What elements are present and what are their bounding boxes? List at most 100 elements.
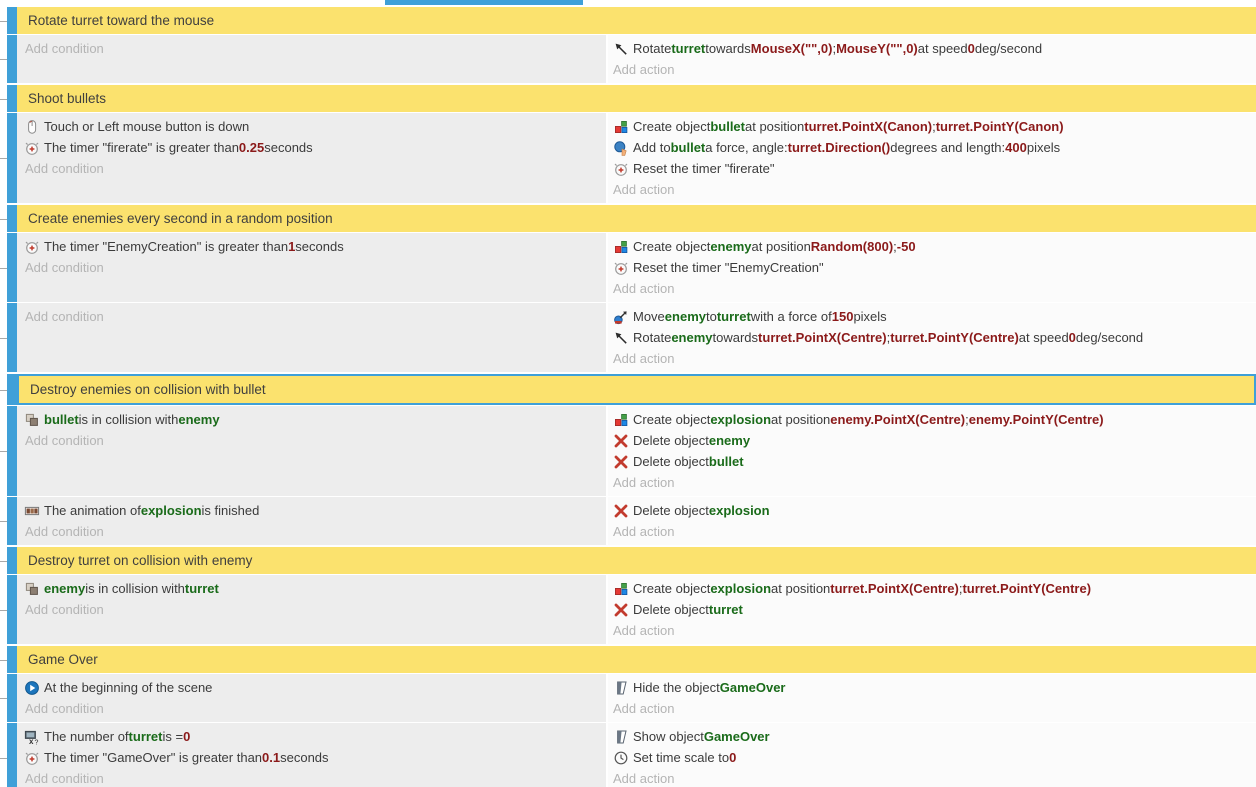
actions-column[interactable]: Rotate turret towards MouseX("",0);Mouse…	[608, 35, 1256, 83]
conditions-column[interactable]: Add condition	[17, 35, 606, 83]
conditions-column[interactable]: Add condition	[17, 303, 606, 372]
action-text-part: at position	[771, 581, 830, 596]
comment-title[interactable]: Game Over	[17, 646, 1256, 673]
action-line[interactable]: Create object bullet at position turret.…	[613, 116, 1256, 137]
action-text-part: deg/second	[1076, 330, 1143, 345]
conditions-column[interactable]: At the beginning of the sceneAdd conditi…	[17, 674, 606, 722]
event-handle-bar[interactable]	[7, 233, 17, 302]
add-condition-link[interactable]: Add condition	[24, 599, 606, 620]
event-handle-bar[interactable]	[7, 35, 17, 83]
actions-column[interactable]: Create object explosion at position enem…	[608, 406, 1256, 496]
actions-column[interactable]: Show object GameOverSet time scale to 0A…	[608, 723, 1256, 787]
action-line[interactable]: Delete object explosion	[613, 500, 1256, 521]
event-handle-bar[interactable]	[7, 303, 17, 372]
add-condition-link[interactable]: Add condition	[24, 257, 606, 278]
add-condition-link[interactable]: Add condition	[24, 306, 606, 327]
action-line[interactable]: Move enemy to turret with a force of 150…	[613, 306, 1256, 327]
action-line[interactable]: Show object GameOver	[613, 726, 1256, 747]
condition-line[interactable]: The timer "GameOver" is greater than 0.1…	[24, 747, 606, 768]
add-action-link[interactable]: Add action	[613, 472, 1256, 493]
action-line[interactable]: Rotate turret towards MouseX("",0);Mouse…	[613, 38, 1256, 59]
condition-line[interactable]: bullet is in collision with enemy	[24, 409, 606, 430]
event-handle-bar[interactable]	[7, 7, 17, 34]
add-action-link[interactable]: Add action	[613, 59, 1256, 80]
event-handle-bar[interactable]	[7, 374, 17, 405]
action-text-part: MouseX("",0)	[751, 41, 833, 56]
action-line[interactable]: Create object enemy at position Random(8…	[613, 236, 1256, 257]
add-condition-link[interactable]: Add condition	[24, 158, 606, 179]
event-handle-bar[interactable]	[7, 723, 17, 787]
comment-title[interactable]: Shoot bullets	[17, 85, 1256, 112]
actions-column[interactable]: Create object enemy at position Random(8…	[608, 233, 1256, 302]
comment-title[interactable]: Rotate turret toward the mouse	[17, 7, 1256, 34]
add-action-link[interactable]: Add action	[613, 179, 1256, 200]
event-block: Touch or Left mouse button is downThe ti…	[0, 113, 1256, 203]
create-icon	[613, 581, 629, 597]
action-line[interactable]: Create object explosion at position enem…	[613, 409, 1256, 430]
add-action-link[interactable]: Add action	[613, 698, 1256, 719]
action-line[interactable]: Set time scale to 0	[613, 747, 1256, 768]
action-text-part: pixels	[1027, 140, 1060, 155]
action-line[interactable]: Reset the timer "firerate"	[613, 158, 1256, 179]
add-action-link[interactable]: Add action	[613, 278, 1256, 299]
conditions-column[interactable]: The animation of explosion is finishedAd…	[17, 497, 606, 545]
conditions-column[interactable]: Touch or Left mouse button is downThe ti…	[17, 113, 606, 203]
actions-column[interactable]: Move enemy to turret with a force of 150…	[608, 303, 1256, 372]
action-text-part: enemy	[665, 309, 706, 324]
add-condition-link[interactable]: Add condition	[24, 430, 606, 451]
add-action-link[interactable]: Add action	[613, 521, 1256, 542]
action-line[interactable]: Delete object bullet	[613, 451, 1256, 472]
condition-line[interactable]: At the beginning of the scene	[24, 677, 606, 698]
event-handle-bar[interactable]	[7, 547, 17, 574]
scrollbar-thumb[interactable]	[385, 0, 583, 5]
action-line[interactable]: Hide the object GameOver	[613, 677, 1256, 698]
actions-column[interactable]: Create object explosion at position turr…	[608, 575, 1256, 644]
conditions-column[interactable]: bullet is in collision with enemyAdd con…	[17, 406, 606, 496]
comment-title[interactable]: Create enemies every second in a random …	[17, 205, 1256, 232]
condition-line[interactable]: The animation of explosion is finished	[24, 500, 606, 521]
condition-line[interactable]: Touch or Left mouse button is down	[24, 116, 606, 137]
event-block: At the beginning of the sceneAdd conditi…	[0, 674, 1256, 722]
condition-line[interactable]: enemy is in collision with turret	[24, 578, 606, 599]
action-line[interactable]: Add to bullet a force, angle: turret.Dir…	[613, 137, 1256, 158]
event-handle-bar[interactable]	[7, 674, 17, 722]
add-action-link[interactable]: Add action	[613, 768, 1256, 787]
action-line[interactable]: Create object explosion at position turr…	[613, 578, 1256, 599]
conditions-column[interactable]: The timer "EnemyCreation" is greater tha…	[17, 233, 606, 302]
event-handle-bar[interactable]	[7, 646, 17, 673]
add-action-link[interactable]: Add action	[613, 348, 1256, 369]
actions-column[interactable]: Delete object explosionAdd action	[608, 497, 1256, 545]
action-text-part: turret.PointY(Centre)	[890, 330, 1019, 345]
event-handle-bar[interactable]	[7, 113, 17, 203]
actions-column[interactable]: Hide the object GameOverAdd action	[608, 674, 1256, 722]
add-condition-link[interactable]: Add condition	[24, 38, 606, 59]
condition-line[interactable]: x?The number of turret is = 0	[24, 726, 606, 747]
event-handle-bar[interactable]	[7, 205, 17, 232]
event-handle-bar[interactable]	[7, 406, 17, 496]
conditions-column[interactable]: x?The number of turret is = 0The timer "…	[17, 723, 606, 787]
comment-title[interactable]: Destroy enemies on collision with bullet	[17, 374, 1256, 405]
event-handle-bar[interactable]	[7, 497, 17, 545]
visibility-icon	[613, 729, 629, 745]
action-text-part: bullet	[709, 454, 744, 469]
event-handle-bar[interactable]	[7, 575, 17, 644]
condition-line[interactable]: The timer "firerate" is greater than 0.2…	[24, 137, 606, 158]
action-line[interactable]: Delete object enemy	[613, 430, 1256, 451]
condition-line[interactable]: The timer "EnemyCreation" is greater tha…	[24, 236, 606, 257]
action-line[interactable]: Delete object turret	[613, 599, 1256, 620]
action-line[interactable]: Rotate enemy towards turret.PointX(Centr…	[613, 327, 1256, 348]
action-line[interactable]: Reset the timer "EnemyCreation"	[613, 257, 1256, 278]
action-text-part: MouseY("",0)	[836, 41, 918, 56]
comment-title[interactable]: Destroy turret on collision with enemy	[17, 547, 1256, 574]
add-condition-link[interactable]: Add condition	[24, 698, 606, 719]
add-action-link[interactable]: Add action	[613, 620, 1256, 641]
condition-text-part: enemy	[44, 581, 85, 596]
add-condition-link[interactable]: Add condition	[24, 768, 606, 787]
add-condition-link[interactable]: Add condition	[24, 521, 606, 542]
comment-block: Shoot bullets	[0, 85, 1256, 112]
event-handle-bar[interactable]	[7, 85, 17, 112]
event-gutter	[0, 575, 7, 644]
conditions-column[interactable]: enemy is in collision with turretAdd con…	[17, 575, 606, 644]
action-text-part: bullet	[710, 119, 745, 134]
actions-column[interactable]: Create object bullet at position turret.…	[608, 113, 1256, 203]
